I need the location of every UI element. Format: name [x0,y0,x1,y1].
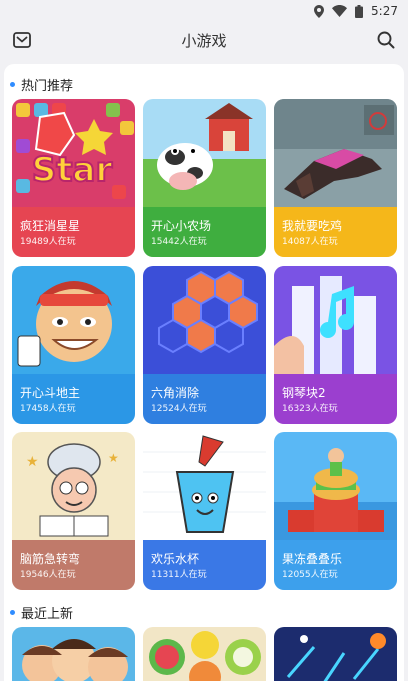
game-tile[interactable]: 开心斗地主 17458人在玩 [12,266,135,424]
recent-game-tile[interactable] [12,627,135,681]
svg-text:Star: Star [32,150,113,190]
game-tile[interactable]: 钢琴块2 16323人在玩 [274,266,397,424]
game-name: 钢琴块2 [282,386,326,400]
section-dot [10,610,15,615]
game-name: 欢乐水杯 [151,552,200,566]
game-players: 17458人在玩 [20,404,76,414]
game-art-star: Star [12,99,135,207]
game-name: 脑筋急转弯 [20,552,81,566]
game-info: 欢乐水杯 11311人在玩 [143,540,266,590]
game-info: 开心斗地主 17458人在玩 [12,374,135,424]
section-hot-label: 热门推荐 [21,79,74,94]
game-art-hexagon [143,266,266,374]
status-time: 5:27 [371,4,398,18]
section-hot-title: 热门推荐 [10,75,73,94]
game-tile[interactable]: Star 疯狂消星星 19489人在玩 [12,99,135,257]
game-name: 果冻叠叠乐 [282,552,343,566]
app-header: 小游戏 [0,22,408,58]
recent-game-tile[interactable] [143,627,266,681]
game-players: 19489人在玩 [20,237,76,247]
game-info: 脑筋急转弯 19546人在玩 [12,540,135,590]
game-art-jelly [274,432,397,540]
search-icon[interactable] [376,30,396,50]
game-art-brain: ★ ★ [12,432,135,540]
mail-icon[interactable] [12,30,32,50]
section-recent-label: 最近上新 [21,607,74,622]
game-art-landlord [12,266,135,374]
wifi-icon [332,5,348,17]
game-info: 疯狂消星星 19489人在玩 [12,207,135,257]
game-players: 11311人在玩 [151,570,207,580]
game-name: 六角消除 [151,386,200,400]
game-players: 12524人在玩 [151,404,207,414]
recent-game-tile[interactable] [274,627,397,681]
svg-text:★: ★ [108,451,119,465]
game-tile[interactable]: 欢乐水杯 11311人在玩 [143,432,266,590]
status-bar: 5:27 [0,0,408,22]
game-tile[interactable]: 我就要吃鸡 14087人在玩 [274,99,397,257]
game-art-cup [143,432,266,540]
game-info: 六角消除 12524人在玩 [143,374,266,424]
game-tile[interactable]: 六角消除 12524人在玩 [143,266,266,424]
game-players: 16323人在玩 [282,404,338,414]
game-art-piano [274,266,397,374]
game-name: 开心小农场 [151,219,212,233]
game-info: 我就要吃鸡 14087人在玩 [274,207,397,257]
game-info: 果冻叠叠乐 12055人在玩 [274,540,397,590]
game-info: 钢琴块2 16323人在玩 [274,374,397,424]
section-dot [10,82,15,87]
location-icon [314,4,325,18]
battery-icon [355,4,364,18]
game-tile[interactable]: ★ ★ 脑筋急转弯 19546人在玩 [12,432,135,590]
game-name: 疯狂消星星 [20,219,81,233]
game-name: 开心斗地主 [20,386,81,400]
game-tile[interactable]: 开心小农场 15442人在玩 [143,99,266,257]
game-art-farm [143,99,266,207]
game-name: 我就要吃鸡 [282,219,343,233]
svg-text:★: ★ [26,454,39,470]
game-players: 14087人在玩 [282,237,338,247]
game-art-shooter [274,99,397,207]
page-title: 小游戏 [181,31,227,50]
game-players: 15442人在玩 [151,237,207,247]
game-players: 12055人在玩 [282,570,338,580]
section-recent-title: 最近上新 [10,603,73,622]
game-info: 开心小农场 15442人在玩 [143,207,266,257]
game-tile[interactable]: 果冻叠叠乐 12055人在玩 [274,432,397,590]
game-players: 19546人在玩 [20,570,76,580]
